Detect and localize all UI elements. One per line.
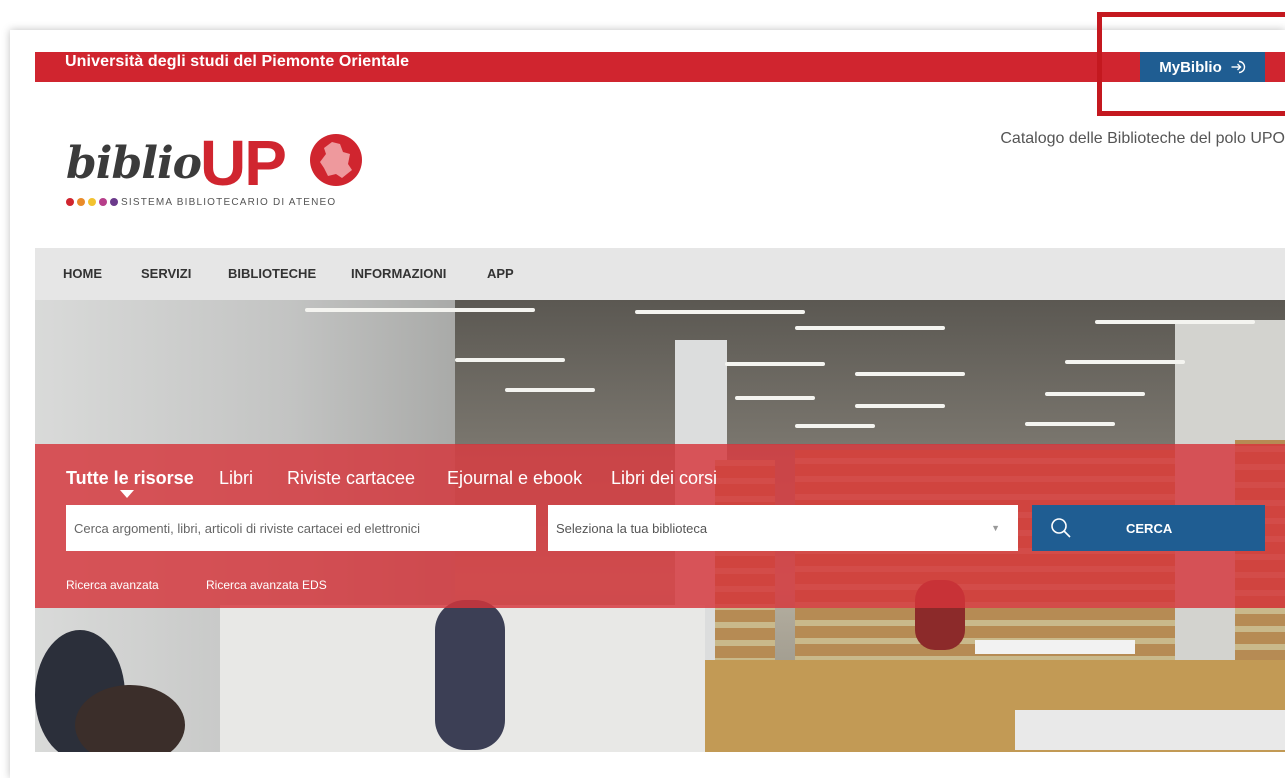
tab-ejournal-e-ebook[interactable]: Ejournal e ebook bbox=[447, 468, 582, 489]
active-tab-indicator-icon bbox=[120, 490, 134, 498]
nav-item-servizi[interactable]: SERVIZI bbox=[141, 266, 191, 281]
logo-dots bbox=[66, 198, 118, 206]
nav-item-biblioteche[interactable]: BIBLIOTECHE bbox=[228, 266, 316, 281]
nav-item-informazioni[interactable]: INFORMAZIONI bbox=[351, 266, 446, 281]
logo-upo-text: UP bbox=[200, 127, 287, 199]
nav-item-home[interactable]: HOME bbox=[63, 266, 102, 281]
library-select-value: Seleziona la tua biblioteca bbox=[556, 520, 708, 536]
catalog-title: Catalogo delle Biblioteche del polo UPO bbox=[1000, 130, 1285, 147]
nav-item-app[interactable]: APP bbox=[487, 266, 514, 281]
logo-subtitle: SISTEMA BIBLIOTECARIO DI ATENEO bbox=[121, 197, 337, 208]
tab-libri[interactable]: Libri bbox=[219, 468, 253, 489]
tab-tutte-le-risorse[interactable]: Tutte le risorse bbox=[66, 468, 194, 489]
advanced-search-eds-link[interactable]: Ricerca avanzata EDS bbox=[206, 578, 327, 592]
logo-biblio-text: biblio bbox=[66, 138, 202, 189]
tab-riviste-cartacee[interactable]: Riviste cartacee bbox=[287, 468, 415, 489]
search-button-label: CERCA bbox=[1126, 521, 1173, 536]
search-panel: Tutte le risorse Libri Riviste cartacee … bbox=[35, 444, 1285, 608]
caret-down-icon: ▼ bbox=[991, 523, 1000, 533]
university-name: Università degli studi del Piemonte Orie… bbox=[65, 53, 410, 70]
main-nav: HOME SERVIZI BIBLIOTECHE INFORMAZIONI AP… bbox=[35, 248, 1285, 300]
advanced-search-link[interactable]: Ricerca avanzata bbox=[66, 578, 159, 592]
search-icon bbox=[1051, 518, 1071, 538]
search-button[interactable]: CERCA bbox=[1032, 505, 1265, 551]
highlight-annotation-box bbox=[1097, 12, 1285, 116]
tab-libri-dei-corsi[interactable]: Libri dei corsi bbox=[611, 468, 717, 489]
search-input[interactable] bbox=[66, 505, 536, 551]
library-select[interactable]: Seleziona la tua biblioteca ▼ bbox=[548, 505, 1018, 551]
piemonte-map-icon bbox=[310, 134, 362, 186]
